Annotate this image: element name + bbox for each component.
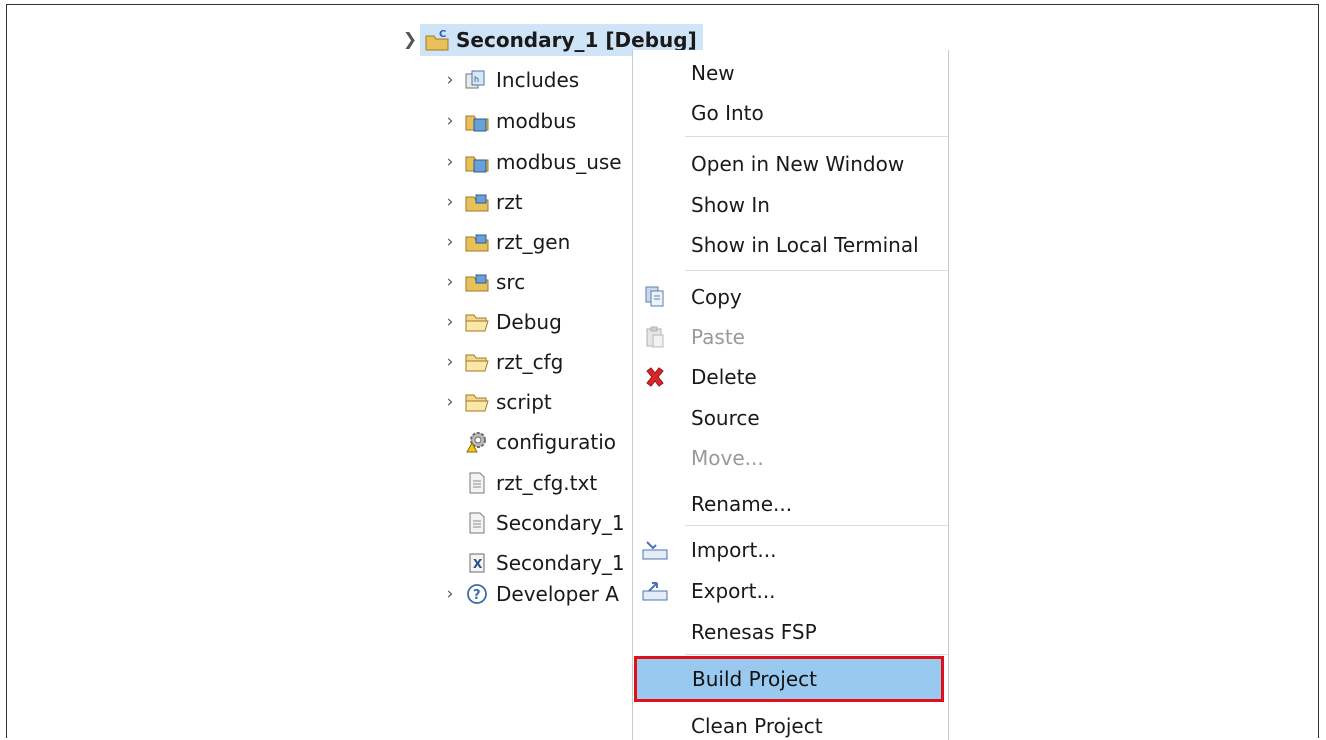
- chevron-right-icon[interactable]: ›: [440, 232, 460, 252]
- menu-item-import[interactable]: Import...: [633, 533, 948, 567]
- menu-separator: [685, 654, 948, 655]
- menu-item-move[interactable]: Move...: [633, 441, 948, 475]
- tree-item-modbus-use[interactable]: › modbus_use: [440, 146, 622, 178]
- menu-item-source[interactable]: Source: [633, 401, 948, 435]
- svg-text:?: ?: [473, 588, 481, 603]
- source-folder-icon: [464, 109, 490, 133]
- tree-item-label: Debug: [496, 310, 562, 334]
- context-menu: New Go Into Open in New Window Show In S…: [632, 50, 949, 740]
- tree-item-secondary-file[interactable]: Secondary_1: [460, 507, 625, 539]
- tree-item-label: script: [496, 390, 552, 414]
- delete-icon: [641, 363, 669, 391]
- tree-item-label: Secondary_1: [496, 551, 625, 575]
- tree-item-includes[interactable]: › h Includes: [440, 64, 580, 96]
- c-project-icon: C: [424, 28, 450, 52]
- menu-item-renesas-fsp[interactable]: Renesas FSP: [633, 615, 948, 649]
- folder-icon: [464, 310, 490, 334]
- menu-item-show-in-local-terminal[interactable]: Show in Local Terminal: [633, 228, 948, 262]
- menu-separator: [685, 136, 948, 137]
- tree-item-script[interactable]: › script: [440, 386, 552, 418]
- source-folder-icon: [464, 190, 490, 214]
- tree-item-secondary-xml[interactable]: X Secondary_1: [460, 547, 625, 579]
- menu-item-paste[interactable]: Paste: [633, 320, 948, 354]
- chevron-right-icon[interactable]: ›: [440, 392, 460, 412]
- tree-item-label: Includes: [496, 68, 580, 92]
- tree-item-configuration[interactable]: configuratio: [460, 426, 616, 458]
- tree-item-label: src: [496, 270, 526, 294]
- menu-item-open-in-new-window[interactable]: Open in New Window: [633, 147, 948, 181]
- menu-item-new[interactable]: New: [633, 56, 948, 90]
- menu-item-rename[interactable]: Rename...: [633, 487, 948, 521]
- folder-icon: [464, 390, 490, 414]
- project-name: Secondary_1 [Debug]: [456, 28, 697, 52]
- svg-text:C: C: [439, 29, 446, 40]
- tree-item-label: modbus: [496, 109, 577, 133]
- config-gear-icon: [464, 430, 490, 454]
- chevron-right-icon[interactable]: ›: [440, 352, 460, 372]
- tree-item-label: configuratio: [496, 430, 616, 454]
- text-file-icon: [464, 511, 490, 535]
- paste-icon: [641, 323, 669, 351]
- chevron-right-icon[interactable]: ›: [440, 70, 460, 90]
- tree-item-rzt-gen[interactable]: › rzt_gen: [440, 226, 571, 258]
- tree-item-label: rzt_gen: [496, 230, 571, 254]
- copy-icon: [641, 283, 669, 311]
- menu-separator: [685, 270, 948, 271]
- text-file-icon: [464, 471, 490, 495]
- import-icon: [641, 536, 669, 564]
- menu-item-export[interactable]: Export...: [633, 574, 948, 608]
- menu-item-copy[interactable]: Copy: [633, 280, 948, 314]
- tree-item-label: rzt_cfg.txt: [496, 471, 598, 495]
- tree-item-modbus[interactable]: › modbus: [440, 105, 577, 137]
- menu-separator: [685, 525, 948, 526]
- chevron-right-icon[interactable]: ›: [440, 584, 460, 604]
- menu-item-build-project[interactable]: Build Project: [634, 656, 944, 702]
- tree-item-label: modbus_use: [496, 150, 622, 174]
- chevron-down-icon[interactable]: ❯: [400, 30, 420, 50]
- menu-item-clean-project[interactable]: Clean Project: [633, 709, 948, 740]
- includes-icon: h: [464, 68, 490, 92]
- tree-item-rzt-cfg[interactable]: › rzt_cfg: [440, 346, 564, 378]
- menu-item-show-in[interactable]: Show In: [633, 188, 948, 222]
- source-folder-icon: [464, 270, 490, 294]
- chevron-right-icon[interactable]: ›: [440, 111, 460, 131]
- svg-text:X: X: [473, 557, 483, 571]
- menu-item-delete[interactable]: Delete: [633, 360, 948, 394]
- tree-item-label: Secondary_1: [496, 511, 625, 535]
- chevron-right-icon[interactable]: ›: [440, 192, 460, 212]
- export-icon: [641, 577, 669, 605]
- chevron-right-icon[interactable]: ›: [440, 312, 460, 332]
- folder-icon: [464, 350, 490, 374]
- tree-item-rzt-cfg-txt[interactable]: rzt_cfg.txt: [460, 467, 597, 499]
- xml-file-icon: X: [464, 551, 490, 575]
- tree-item-developer-assistance[interactable]: › ? Developer A: [440, 578, 619, 610]
- source-folder-icon: [464, 150, 490, 174]
- chevron-right-icon[interactable]: ›: [440, 272, 460, 292]
- help-icon: ?: [464, 582, 490, 606]
- svg-text:h: h: [474, 75, 479, 84]
- chevron-right-icon[interactable]: ›: [440, 152, 460, 172]
- source-folder-icon: [464, 230, 490, 254]
- tree-item-debug[interactable]: › Debug: [440, 306, 562, 338]
- tree-item-label: rzt: [496, 190, 523, 214]
- menu-item-label: Build Project: [692, 667, 817, 691]
- menu-item-go-into[interactable]: Go Into: [633, 96, 948, 130]
- tree-item-rzt[interactable]: › rzt: [440, 186, 523, 218]
- tree-item-label: rzt_cfg: [496, 350, 564, 374]
- tree-item-label: Developer A: [496, 582, 619, 606]
- tree-item-src[interactable]: › src: [440, 266, 526, 298]
